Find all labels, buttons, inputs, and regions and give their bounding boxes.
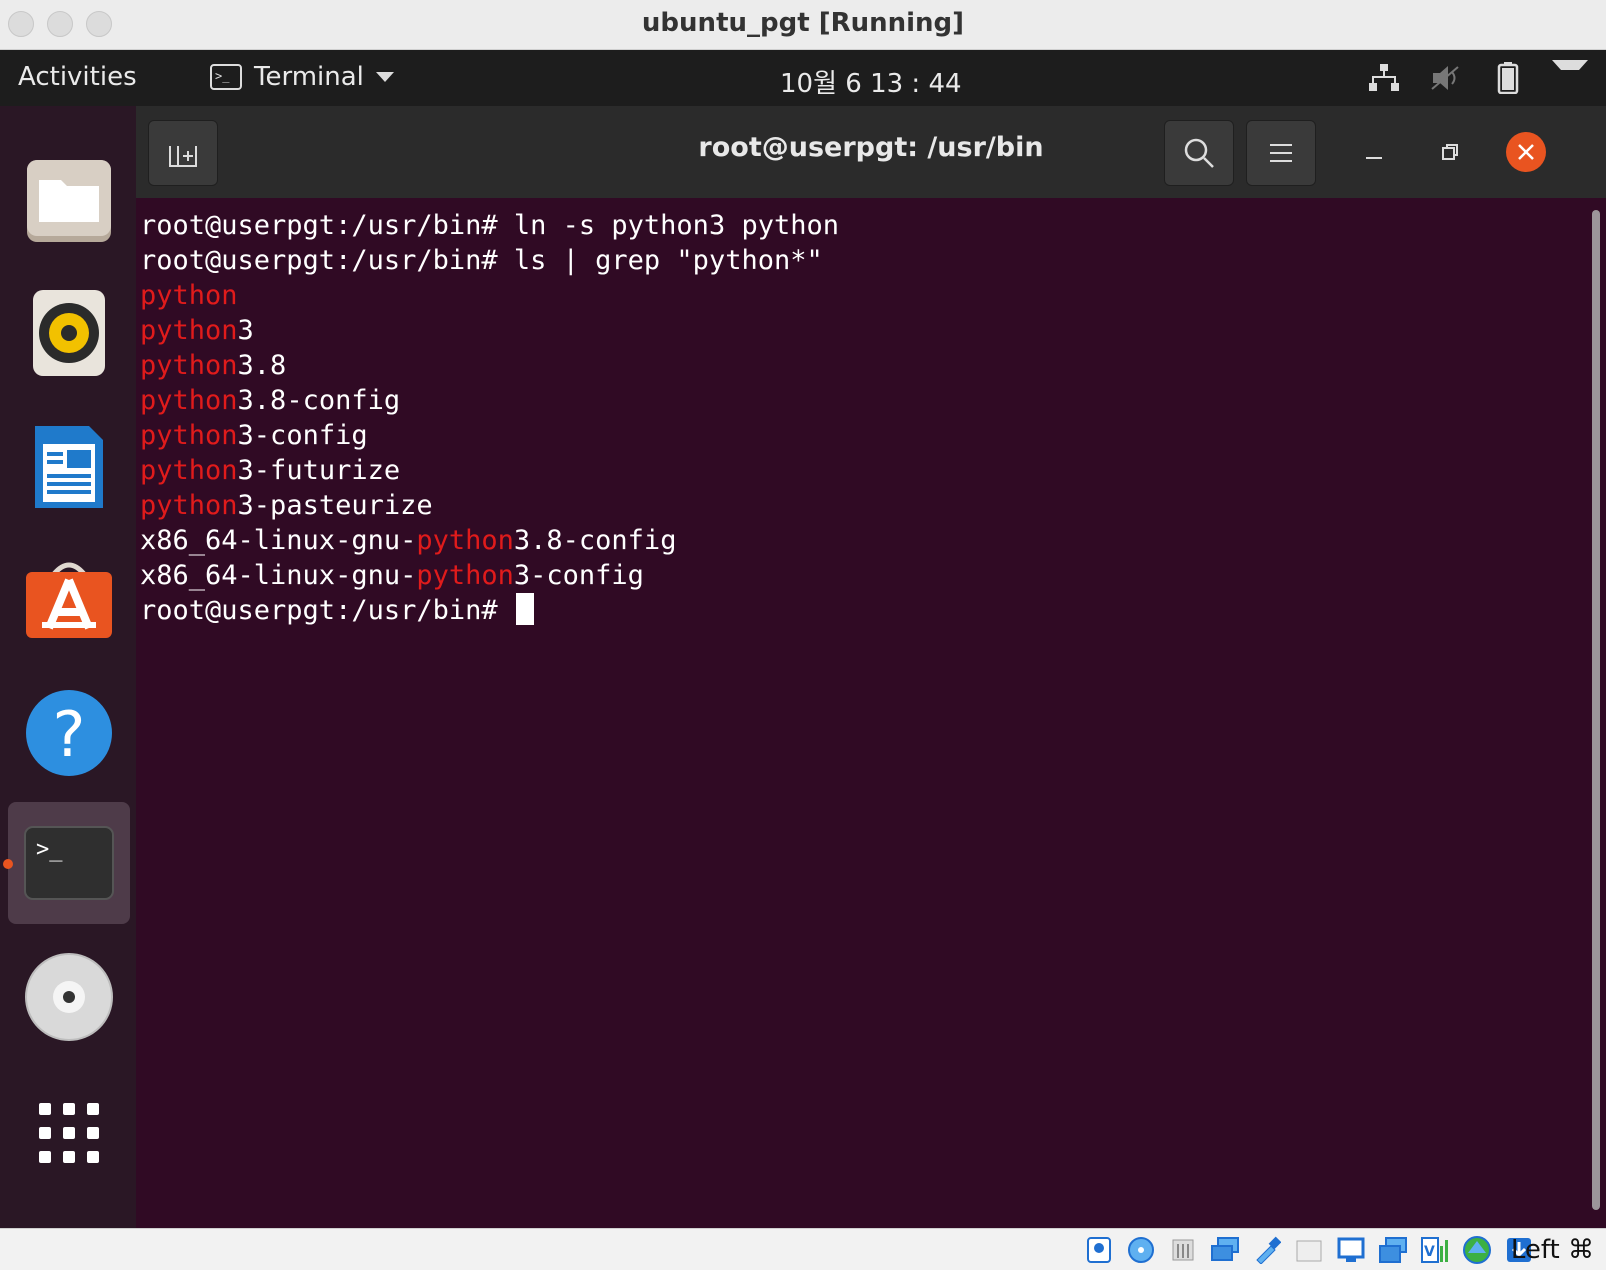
terminal-text-segment: 3-futurize (237, 455, 401, 486)
terminal-text-segment: x86_64-linux-gnu- (140, 560, 417, 591)
host-titlebar: ubuntu_pgt [Running] (0, 0, 1606, 50)
highlighted-match: python (416, 560, 514, 591)
optical-drive-icon[interactable] (1124, 1234, 1158, 1266)
running-indicator (3, 859, 13, 869)
terminal-line: python3-config (140, 418, 839, 453)
close-icon (1518, 144, 1534, 160)
gnome-top-bar: Activities >_ Terminal 10월 6 13 : 44 (0, 50, 1606, 106)
minimize-button[interactable] (1352, 130, 1396, 174)
libreoffice-writer-icon (35, 426, 103, 508)
display-icon[interactable] (1334, 1234, 1368, 1266)
status-icons: V (1082, 1234, 1536, 1266)
chevron-down-icon (375, 72, 394, 82)
activities-button[interactable]: Activities (18, 62, 137, 92)
terminal-text-segment: x86_64-linux-gnu- (140, 525, 417, 556)
terminal-text-segment: 3.8-config (237, 385, 401, 416)
rhythmbox-icon (33, 290, 105, 376)
app-menu[interactable]: >_ Terminal (210, 62, 394, 92)
text-cursor (515, 593, 534, 625)
highlighted-match: python (140, 455, 238, 486)
dock-item-dvd[interactable] (8, 936, 130, 1058)
terminal-scrollbar[interactable] (1592, 210, 1600, 1210)
terminal-text-segment: 3.8 (237, 350, 287, 381)
host-window-title: ubuntu_pgt [Running] (641, 8, 965, 38)
terminal-text-segment: root@userpgt:/usr/bin# ls | grep "python… (140, 245, 823, 276)
system-menu-chevron-icon (1552, 60, 1588, 96)
terminal-text-segment: root@userpgt:/usr/bin# (140, 595, 514, 626)
highlighted-match: python (140, 350, 238, 381)
svg-text:?: ? (53, 698, 86, 771)
audio-icon[interactable] (1166, 1234, 1200, 1266)
terminal-line: python3.8-config (140, 383, 839, 418)
terminal-line: python3 (140, 313, 839, 348)
dock-item-writer[interactable] (8, 406, 130, 528)
dock: ? >_ (0, 106, 136, 1228)
search-icon (1184, 138, 1214, 168)
terminal-line: root@userpgt:/usr/bin# ln -s python3 pyt… (140, 208, 839, 243)
terminal-text: root@userpgt:/usr/bin# ln -s python3 pyt… (140, 208, 839, 628)
recording-icon[interactable] (1376, 1234, 1410, 1266)
terminal-text-segment: 3.8-config (513, 525, 677, 556)
usb-icon[interactable] (1250, 1234, 1284, 1266)
ubuntu-software-icon (26, 562, 112, 638)
help-icon: ? (26, 690, 112, 776)
svg-text:V: V (1424, 1244, 1435, 1260)
highlighted-match: python (140, 315, 238, 346)
terminal-window: root@userpgt: /usr/bin root@userpgt:/usr… (136, 106, 1606, 1228)
terminal-output[interactable]: root@userpgt:/usr/bin# ln -s python3 pyt… (136, 198, 1606, 1228)
highlighted-match: python (416, 525, 514, 556)
system-tray[interactable] (1366, 60, 1588, 96)
volume-muted-icon (1428, 60, 1464, 96)
app-menu-label: Terminal (254, 62, 364, 92)
dock-item-show-apps[interactable] (8, 1072, 130, 1194)
terminal-line: x86_64-linux-gnu-python3.8-config (140, 523, 839, 558)
terminal-line: python (140, 278, 839, 313)
dock-item-help[interactable]: ? (8, 672, 130, 794)
clock[interactable]: 10월 6 13 : 44 (780, 63, 962, 100)
hamburger-menu-button[interactable] (1246, 120, 1316, 186)
terminal-line: python3-pasteurize (140, 488, 839, 523)
host-statusbar: V Left ⌘ (0, 1228, 1606, 1270)
highlighted-match: python (140, 280, 238, 311)
dock-item-software[interactable] (8, 538, 130, 660)
hamburger-icon (1270, 144, 1292, 162)
terminal-line: python3-futurize (140, 453, 839, 488)
cpu-icon[interactable]: V (1418, 1234, 1452, 1266)
guest-screen: Activities >_ Terminal 10월 6 13 : 44 ? >… (0, 50, 1606, 1228)
hard-disk-icon[interactable] (1082, 1234, 1116, 1266)
terminal-text-segment: 3-config (513, 560, 644, 591)
restore-icon (1442, 144, 1458, 160)
terminal-headerbar: root@userpgt: /usr/bin (136, 106, 1606, 198)
dock-item-rhythmbox[interactable] (8, 272, 130, 394)
terminal-text-segment: root@userpgt:/usr/bin# ln -s python3 pyt… (140, 210, 839, 241)
terminal-line: python3.8 (140, 348, 839, 383)
dock-item-files[interactable] (8, 140, 130, 262)
guest-additions-icon[interactable] (1460, 1234, 1494, 1266)
terminal-line: root@userpgt:/usr/bin# ls | grep "python… (140, 243, 839, 278)
shared-folders-icon[interactable] (1292, 1234, 1326, 1266)
maximize-button[interactable] (1428, 130, 1472, 174)
highlighted-match: python (140, 385, 238, 416)
close-button[interactable] (1506, 132, 1546, 172)
highlighted-match: python (140, 490, 238, 521)
dvd-icon (25, 953, 113, 1041)
battery-icon (1490, 60, 1526, 96)
network-adapter-icon[interactable] (1208, 1234, 1242, 1266)
terminal-text-segment: 3-config (237, 420, 368, 451)
minimize-icon (1366, 157, 1382, 159)
terminal-line: x86_64-linux-gnu-python3-config (140, 558, 839, 593)
dock-item-terminal[interactable]: >_ (8, 802, 130, 924)
terminal-text-segment: 3-pasteurize (237, 490, 433, 521)
terminal-app-icon: >_ (210, 64, 242, 90)
network-icon (1366, 60, 1402, 96)
svg-text:>_: >_ (36, 837, 63, 862)
highlighted-match: python (140, 420, 238, 451)
search-button[interactable] (1164, 120, 1234, 186)
files-icon (27, 160, 111, 242)
terminal-text-segment: 3 (237, 315, 254, 346)
show-apps-icon (39, 1103, 99, 1163)
terminal-line: root@userpgt:/usr/bin# (140, 593, 839, 628)
terminal-icon: >_ (24, 826, 114, 900)
host-key-indicator[interactable]: Left ⌘ (1511, 1235, 1594, 1265)
